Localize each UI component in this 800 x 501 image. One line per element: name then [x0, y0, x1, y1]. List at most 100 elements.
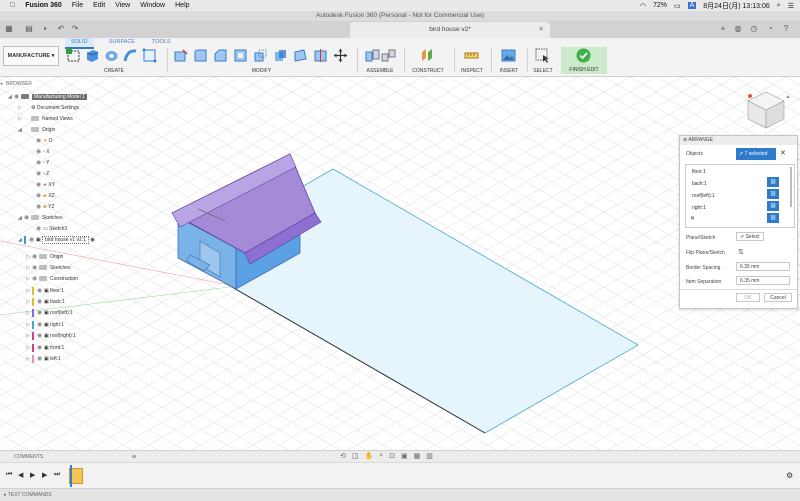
tree-item-left[interactable]: ▷ ◉ ▣ left:1: [26, 354, 61, 364]
viewports-icon[interactable]: ▥: [426, 452, 433, 460]
insert-menu[interactable]: INSERT: [494, 68, 524, 74]
wifi-icon[interactable]: ◠: [640, 2, 646, 10]
menu-window[interactable]: Window: [140, 2, 165, 9]
visibility-icon[interactable]: ◉: [37, 331, 44, 341]
spotlight-icon[interactable]: ⌕: [777, 2, 781, 10]
save-icon[interactable]: ▪: [40, 24, 50, 34]
tree-item-xy-plane[interactable]: ◉ ▰ XY: [36, 180, 55, 190]
workspace-dropdown[interactable]: MANUFACTURE ▾: [3, 46, 59, 66]
new-component-assemble-icon[interactable]: [365, 48, 380, 63]
browser-header[interactable]: ◂ BROWSER: [0, 80, 135, 89]
visibility-icon[interactable]: ◉: [36, 224, 43, 234]
step-back-icon[interactable]: ◀: [18, 471, 23, 479]
visibility-icon[interactable]: ◉: [37, 354, 44, 364]
tree-item-xz-plane[interactable]: ◉ ▰ XZ: [36, 191, 55, 201]
radio-icon[interactable]: ◉: [90, 237, 94, 243]
tree-item-sub-origin[interactable]: ▷ ◉ Origin: [26, 252, 63, 262]
tree-item-sub-sketches[interactable]: ▷ ◉ Sketches: [26, 263, 71, 273]
look-at-icon[interactable]: ◫: [352, 452, 359, 460]
inspect-menu[interactable]: INSPECT: [456, 68, 488, 74]
construct-menu[interactable]: CONSTRUCT: [406, 68, 450, 74]
press-pull-icon[interactable]: [173, 48, 188, 63]
split-body-icon[interactable]: [313, 48, 328, 63]
visibility-icon[interactable]: ◉: [32, 263, 39, 273]
apple-icon[interactable]: : [10, 2, 15, 9]
selected-count-button[interactable]: ➚ 7 selected: [736, 148, 776, 160]
input-source-icon[interactable]: A: [687, 2, 697, 9]
visibility-icon[interactable]: ◉: [36, 147, 43, 157]
help-icon[interactable]: ?: [781, 24, 791, 34]
step-forward-icon[interactable]: ▶: [42, 471, 47, 479]
extensions-icon[interactable]: ◍: [733, 24, 743, 34]
visibility-icon[interactable]: ◉: [37, 308, 44, 318]
text-commands-bar[interactable]: ▸ TEXT COMMANDS: [0, 488, 800, 501]
visibility-icon[interactable]: ◉: [36, 191, 43, 201]
panel-toggle-icon[interactable]: ⊕: [683, 137, 687, 143]
remove-item-icon[interactable]: ✕: [690, 215, 695, 222]
play-icon[interactable]: ▶: [30, 471, 35, 479]
go-to-end-icon[interactable]: ⏭: [54, 471, 60, 479]
menu-view[interactable]: View: [115, 2, 130, 9]
grid-settings-icon[interactable]: ▦: [414, 452, 421, 460]
tab-surface[interactable]: SURFACE: [103, 38, 141, 47]
tree-item-sketches[interactable]: ◢ ◉ Sketches: [18, 213, 63, 223]
tree-item-component[interactable]: ◢ ◉ ▣ bird house v1 v2:1 ◉: [18, 235, 95, 245]
menu-help[interactable]: Help: [175, 2, 189, 9]
app-grid-icon[interactable]: ▦: [4, 24, 14, 34]
tree-item-root[interactable]: ◢ ◉ Manufacturing Model 1: [8, 92, 87, 102]
shell-icon[interactable]: [233, 48, 248, 63]
expand-arrow-icon[interactable]: ▷: [18, 103, 24, 113]
collapse-arrow-icon[interactable]: ◢: [18, 125, 24, 135]
fillet-icon[interactable]: [193, 48, 208, 63]
tree-item-z-axis[interactable]: ◉ ▫ Z: [36, 169, 49, 179]
sketch-icon[interactable]: [142, 48, 157, 63]
timeline-marker[interactable]: [70, 465, 72, 487]
extrude-icon[interactable]: [85, 48, 100, 63]
fit-icon[interactable]: ⊡: [389, 452, 395, 460]
redo-icon[interactable]: ↷: [70, 24, 80, 34]
visibility-icon[interactable]: ◉: [36, 158, 43, 168]
border-spacing-input[interactable]: 6.35 mm: [736, 262, 790, 271]
visibility-icon[interactable]: ◉: [37, 297, 44, 307]
close-tab-icon[interactable]: ✕: [539, 22, 544, 38]
visibility-icon[interactable]: ◉: [36, 180, 43, 190]
objects-list[interactable]: floor:1 ⛓ back:1 ⛓ roof(left):1 ⛓ right:1 ⛓ …: [685, 164, 795, 228]
list-scrollbar[interactable]: [790, 167, 792, 207]
tree-item-roof-right[interactable]: ▷ ◉ ▣ roof(right):1: [26, 331, 76, 341]
ok-button[interactable]: OK: [736, 293, 760, 302]
battery-icon[interactable]: ▭: [674, 2, 681, 10]
combine-icon[interactable]: [273, 48, 288, 63]
visibility-icon[interactable]: ◉: [37, 320, 44, 330]
file-menu-icon[interactable]: ▤: [24, 24, 34, 34]
offset-plane-icon[interactable]: [420, 48, 435, 63]
object-list-item[interactable]: back:1 ⛓: [692, 179, 779, 199]
timeline-settings-icon[interactable]: ⚙: [786, 471, 793, 480]
notifications-icon[interactable]: ◔: [765, 24, 775, 34]
zoom-icon[interactable]: ⌕: [379, 452, 383, 460]
visibility-icon[interactable]: ◉: [37, 286, 44, 296]
sweep-icon[interactable]: [123, 48, 138, 63]
chamfer-icon[interactable]: [213, 48, 228, 63]
modify-menu[interactable]: MODIFY: [170, 68, 353, 74]
tree-item-yz-plane[interactable]: ◉ ▰ YZ: [36, 202, 55, 212]
clear-selection-icon[interactable]: ✕: [780, 149, 786, 157]
visibility-icon[interactable]: ◉: [36, 136, 43, 146]
select-menu[interactable]: SELECT: [529, 68, 557, 74]
expand-icon[interactable]: ▸: [4, 492, 7, 498]
visibility-icon[interactable]: ◉: [24, 213, 31, 223]
visibility-icon[interactable]: ◉: [36, 169, 43, 179]
measure-icon[interactable]: [464, 48, 479, 63]
select-plane-button[interactable]: ➚ Select: [736, 232, 764, 241]
document-tab[interactable]: bird house v2* ✕: [350, 22, 550, 38]
tree-item-sketch3[interactable]: ◉ ▭ Sketch3: [36, 224, 67, 234]
replace-face-icon[interactable]: [293, 48, 308, 63]
item-separation-input[interactable]: 6.35 mm: [736, 276, 790, 285]
tree-item-construction[interactable]: ▷ ◉ Construction: [26, 274, 78, 284]
link-icon[interactable]: ⛓: [767, 213, 779, 223]
display-settings-icon[interactable]: ▣: [401, 452, 408, 460]
tree-item-roof-left[interactable]: ▷ ◉ ▣ roof(left):1: [26, 308, 73, 318]
tree-item-origin[interactable]: ◢ Origin: [18, 125, 55, 135]
tree-item-back[interactable]: ▷ ◉ ▣ back:1: [26, 297, 65, 307]
pan-icon[interactable]: ✋: [365, 452, 374, 460]
object-list-item[interactable]: right:1 ⛓: [692, 203, 779, 223]
